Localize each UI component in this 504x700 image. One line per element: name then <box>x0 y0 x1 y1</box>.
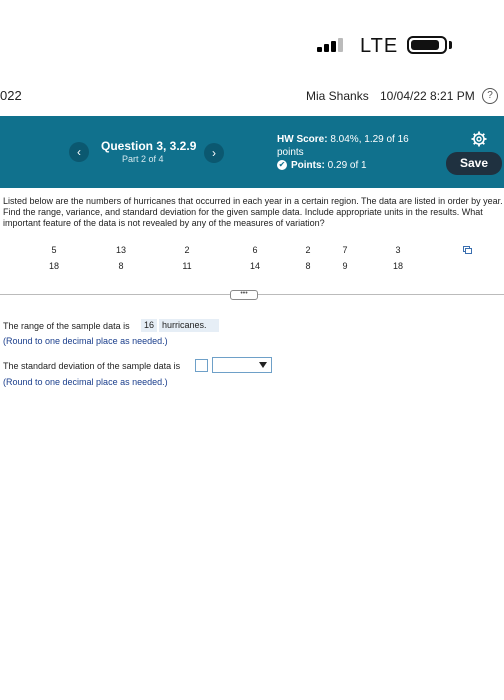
data-cell: 6 <box>252 245 258 255</box>
range-unit[interactable]: hurricanes. <box>159 319 219 332</box>
points-value: 0.29 of 1 <box>327 160 367 171</box>
data-cell: 13 <box>115 245 126 255</box>
hw-score: HW Score: 8.04%, 1.29 of 16 points <box>277 133 437 159</box>
points-row: ✔ Points: 0.29 of 1 <box>277 160 367 171</box>
data-cell: 2 <box>184 245 190 255</box>
data-cell: 18 <box>392 261 403 271</box>
previous-question-button[interactable]: ‹ <box>69 142 89 162</box>
range-prefix: The range of the sample data is <box>3 321 130 331</box>
chevron-down-icon <box>259 362 267 368</box>
sd-input[interactable] <box>195 359 208 372</box>
question-title: Question 3, 3.2.9 <box>101 139 197 153</box>
range-hint: (Round to one decimal place as needed.) <box>3 336 168 346</box>
help-icon[interactable]: ? <box>482 88 498 104</box>
sd-unit-dropdown[interactable] <box>212 357 272 373</box>
battery-icon <box>407 36 447 54</box>
sd-prefix: The standard deviation of the sample dat… <box>3 361 181 371</box>
data-cell: 11 <box>182 261 192 271</box>
datetime: 10/04/22 8:21 PM <box>380 89 475 103</box>
points-label: Points: <box>291 160 325 171</box>
header-year-fragment: 022 <box>0 88 22 103</box>
data-cell: 9 <box>342 261 348 271</box>
data-cell: 2 <box>305 245 311 255</box>
data-cell: 5 <box>51 245 57 255</box>
data-cell: 18 <box>48 261 59 271</box>
progress-icon: ✔ <box>277 160 287 171</box>
network-type: LTE <box>360 35 399 57</box>
data-cell: 8 <box>118 261 124 271</box>
copy-data-icon[interactable] <box>463 246 472 254</box>
user-name: Mia Shanks <box>306 89 369 103</box>
save-button[interactable]: Save <box>446 152 502 175</box>
data-cell: 3 <box>395 245 401 255</box>
sd-hint: (Round to one decimal place as needed.) <box>3 377 168 387</box>
hw-score-label: HW Score: <box>277 134 328 145</box>
data-cell: 14 <box>249 261 260 271</box>
battery-tip <box>449 41 452 49</box>
gear-icon[interactable] <box>471 131 487 147</box>
question-text: Listed below are the numbers of hurrican… <box>3 196 503 228</box>
question-part: Part 2 of 4 <box>122 154 164 164</box>
signal-strength-icon <box>317 38 351 52</box>
range-answer[interactable]: 16 <box>141 319 157 332</box>
next-question-button[interactable]: › <box>204 143 224 163</box>
data-cell: 8 <box>305 261 311 271</box>
expand-button[interactable]: ••• <box>230 290 258 300</box>
data-cell: 7 <box>342 245 348 255</box>
